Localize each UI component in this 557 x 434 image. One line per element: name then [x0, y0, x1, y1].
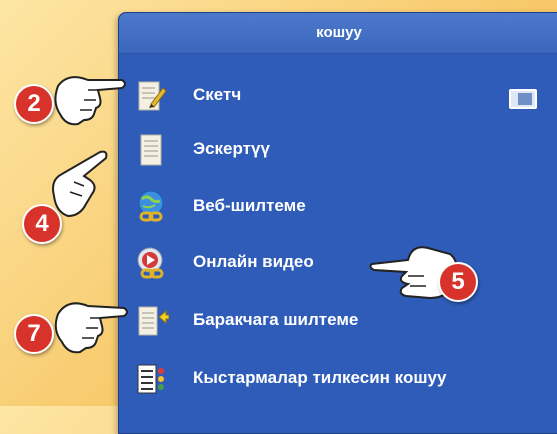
- web-link-icon: [138, 190, 164, 222]
- panel-title: кошуу: [119, 13, 557, 54]
- menu-item-sketch[interactable]: Скетч: [119, 69, 557, 123]
- pointing-hand-icon: [54, 302, 128, 354]
- page-link-icon: [138, 306, 169, 336]
- menu-item-label: Эскертүү: [193, 139, 270, 158]
- callout-badge: 7: [14, 314, 54, 354]
- panel-toggle-button[interactable]: [509, 89, 537, 109]
- menu-item-note[interactable]: Эскертүү: [119, 123, 557, 177]
- menu-item-page-link[interactable]: Баракчага шилтеме: [119, 294, 557, 348]
- menu-item-online-video[interactable]: Онлайн видео: [119, 236, 557, 290]
- add-content-panel: кошуу Скетч Эскертүү Веб-шилтеме Онлайн …: [118, 12, 557, 434]
- menu-item-label: Баракчага шилтеме: [193, 310, 359, 329]
- callout-badge: 5: [438, 262, 478, 302]
- menu-item-label: Онлайн видео: [193, 252, 314, 271]
- menu-item-label: Кыстармалар тилкесин кошуу: [193, 368, 447, 387]
- bookmark-bar-icon: [137, 364, 164, 394]
- online-video-icon: [137, 247, 164, 279]
- menu-item-label: Скетч: [193, 85, 242, 104]
- sketch-icon: [138, 81, 167, 111]
- menu-item-bookmark-bar[interactable]: Кыстармалар тилкесин кошуу: [119, 352, 557, 406]
- callout-badge: 4: [22, 204, 62, 244]
- callout-badge: 2: [14, 84, 54, 124]
- menu-item-label: Веб-шилтеме: [193, 196, 306, 215]
- pointing-hand-icon: [54, 76, 126, 126]
- note-icon: [140, 134, 162, 166]
- menu-item-web-link[interactable]: Веб-шилтеме: [119, 180, 557, 234]
